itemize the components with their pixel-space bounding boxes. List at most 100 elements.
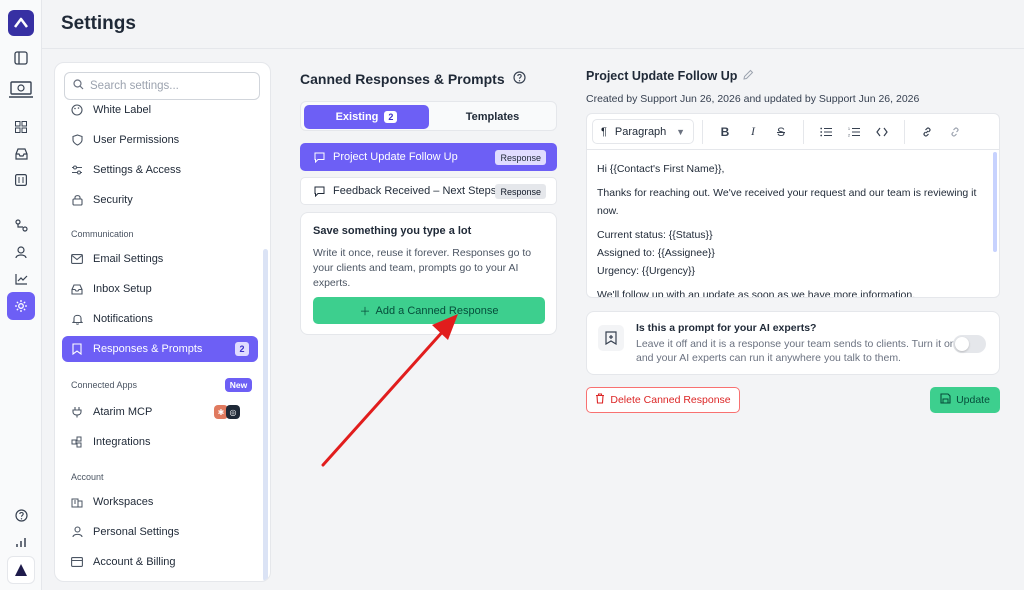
toolbar-divider bbox=[803, 119, 804, 144]
response-item-project-update[interactable]: Project Update Follow Up Response bbox=[300, 143, 557, 171]
count-badge: 2 bbox=[235, 342, 249, 356]
user-icon[interactable] bbox=[11, 242, 31, 262]
link-icon[interactable] bbox=[917, 122, 937, 142]
section-account: Account bbox=[71, 472, 104, 482]
rich-text-editor[interactable]: ¶ Paragraph ▼ B I S 12 Hi {{Contact's Fi… bbox=[586, 113, 1000, 298]
mcp-app-icons: ✱ ◎ bbox=[214, 405, 240, 419]
person-icon bbox=[71, 526, 83, 538]
page-title: Settings bbox=[61, 13, 136, 34]
sidebar-item-white-label[interactable]: White Label bbox=[62, 97, 258, 123]
lock-icon bbox=[71, 194, 83, 206]
sidebar-item-label: Responses & Prompts bbox=[93, 343, 203, 355]
stats-icon[interactable] bbox=[11, 532, 31, 552]
toolbar-divider bbox=[904, 119, 905, 144]
search-input[interactable]: Search settings... bbox=[64, 72, 260, 100]
pencil-icon[interactable] bbox=[743, 69, 754, 83]
unlink-icon[interactable] bbox=[945, 122, 965, 142]
team-computer-icon[interactable] bbox=[8, 78, 34, 100]
sidebar-item-label: Email Settings bbox=[93, 253, 164, 265]
detail-title: Project Update Follow Up bbox=[586, 69, 754, 83]
sidebar-item-label: Settings & Access bbox=[93, 164, 182, 176]
card-text: Write it once, reuse it forever. Respons… bbox=[313, 247, 532, 289]
sidebar-item-user-permissions[interactable]: User Permissions bbox=[62, 127, 258, 153]
search-placeholder: Search settings... bbox=[90, 80, 179, 92]
new-badge: New bbox=[225, 378, 252, 392]
sidebar-scrollbar[interactable] bbox=[263, 249, 268, 581]
sidebar-item-label: Personal Settings bbox=[93, 526, 180, 538]
grid-icon[interactable] bbox=[11, 117, 31, 137]
response-tag: Response bbox=[495, 150, 546, 165]
editor-line: Hi {{Contact's First Name}}, bbox=[597, 163, 725, 175]
panel-toggle-icon[interactable] bbox=[11, 48, 31, 68]
puzzle-icon bbox=[71, 436, 83, 448]
section-connected-apps: Connected Apps bbox=[71, 380, 138, 390]
ai-prompt-toggle[interactable] bbox=[953, 335, 986, 353]
prompt-description: Leave it off and it is a response your t… bbox=[636, 338, 956, 364]
sidebar-item-personal-settings[interactable]: Personal Settings bbox=[62, 519, 258, 545]
header-divider bbox=[42, 48, 1024, 49]
delete-canned-response-button[interactable]: Delete Canned Response bbox=[586, 387, 740, 413]
sidebar-item-account-billing[interactable]: Account & Billing bbox=[62, 549, 258, 575]
editor-content[interactable]: Hi {{Contact's First Name}}, Thanks for … bbox=[587, 150, 999, 297]
update-button[interactable]: Update bbox=[930, 387, 1000, 413]
sidebar-item-workspaces[interactable]: Workspaces bbox=[62, 489, 258, 515]
sidebar-item-settings-access[interactable]: Settings & Access bbox=[62, 157, 258, 183]
inbox-icon[interactable] bbox=[11, 144, 31, 164]
detail-title-text: Project Update Follow Up bbox=[586, 69, 738, 83]
settings-icon[interactable] bbox=[7, 292, 35, 320]
response-label: Feedback Received – Next Steps bbox=[333, 185, 497, 197]
sidebar-item-integrations[interactable]: Integrations bbox=[62, 429, 258, 455]
editor-line: Current status: {{Status}} bbox=[597, 229, 713, 241]
help-circle-icon[interactable] bbox=[513, 71, 526, 87]
mail-icon bbox=[71, 253, 83, 265]
bookmark-icon bbox=[71, 343, 83, 355]
sidebar-item-label: Inbox Setup bbox=[93, 283, 152, 295]
sidebar-item-atarim-mcp[interactable]: Atarim MCP ✱ ◎ bbox=[62, 399, 258, 425]
delete-button-label: Delete Canned Response bbox=[610, 394, 731, 406]
bullet-list-icon[interactable] bbox=[816, 122, 836, 142]
strikethrough-icon[interactable]: S bbox=[771, 122, 791, 142]
tab-existing[interactable]: Existing 2 bbox=[304, 105, 429, 129]
chevron-down-icon: ▼ bbox=[676, 126, 685, 137]
editor-scrollbar[interactable] bbox=[993, 152, 997, 252]
atarim-logo-icon[interactable] bbox=[7, 556, 35, 584]
workflow-icon[interactable] bbox=[11, 215, 31, 235]
tab-templates[interactable]: Templates bbox=[430, 105, 555, 129]
analytics-icon[interactable] bbox=[11, 269, 31, 289]
ai-prompt-card: Is this a prompt for your AI experts? Le… bbox=[586, 311, 1000, 375]
add-button-label: Add a Canned Response bbox=[375, 304, 499, 317]
bookmark-plus-icon bbox=[598, 325, 624, 351]
help-icon[interactable] bbox=[11, 505, 31, 525]
sidebar-item-security[interactable]: Security bbox=[62, 187, 258, 213]
save-icon bbox=[940, 393, 951, 407]
paragraph-label: Paragraph bbox=[614, 125, 667, 138]
sidebar-item-inbox-setup[interactable]: Inbox Setup bbox=[62, 276, 258, 302]
sidebar-item-email-settings[interactable]: Email Settings bbox=[62, 246, 258, 272]
pilcrow-icon: ¶ bbox=[601, 125, 607, 138]
tab-label: Existing bbox=[335, 111, 379, 123]
tab-count: 2 bbox=[384, 111, 398, 123]
logo-icon[interactable] bbox=[8, 10, 34, 36]
section-communication: Communication bbox=[71, 229, 134, 239]
message-icon bbox=[313, 151, 325, 163]
bold-icon[interactable]: B bbox=[715, 122, 735, 142]
sidebar-item-label: Atarim MCP bbox=[93, 406, 153, 418]
add-canned-response-button[interactable]: ＋ Add a Canned Response bbox=[313, 297, 545, 324]
arrow-shaft bbox=[321, 327, 447, 467]
inbox-icon bbox=[71, 283, 83, 295]
section-title-text: Canned Responses & Prompts bbox=[300, 71, 505, 87]
sidebar-item-notifications[interactable]: Notifications bbox=[62, 306, 258, 332]
sidebar-item-responses-prompts[interactable]: Responses & Prompts 2 bbox=[62, 336, 258, 362]
bell-icon bbox=[71, 313, 83, 325]
editor-line: Assigned to: {{Assignee}} bbox=[597, 247, 715, 259]
response-item-feedback-received[interactable]: Feedback Received – Next Steps Response bbox=[300, 177, 557, 205]
calendar-icon[interactable] bbox=[11, 170, 31, 190]
paragraph-select[interactable]: ¶ Paragraph ▼ bbox=[592, 119, 694, 144]
numbered-list-icon[interactable]: 12 bbox=[844, 122, 864, 142]
palette-icon bbox=[71, 104, 83, 116]
code-icon[interactable] bbox=[872, 122, 892, 142]
italic-icon[interactable]: I bbox=[743, 122, 763, 142]
sidebar-item-label: Notifications bbox=[93, 313, 153, 325]
update-button-label: Update bbox=[956, 394, 990, 406]
settings-sidebar: Search settings... White Label User Perm… bbox=[54, 62, 271, 582]
